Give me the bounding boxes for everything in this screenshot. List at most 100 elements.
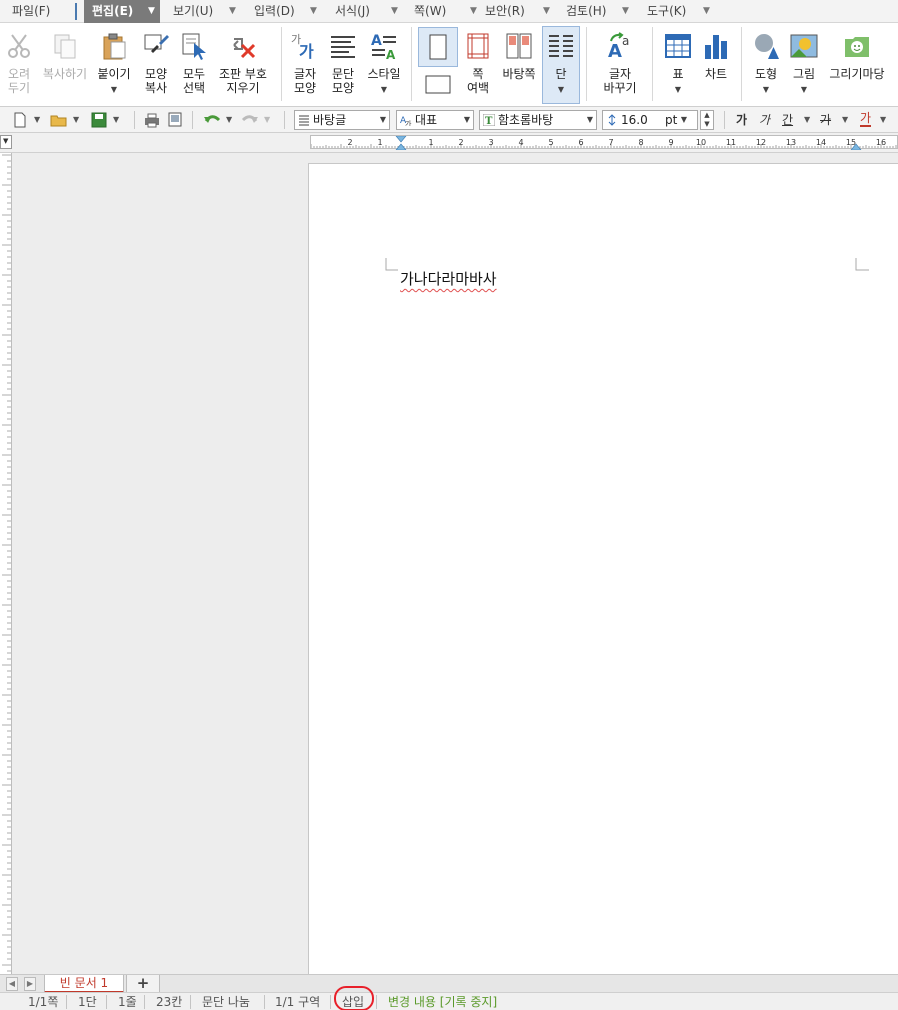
font-size-icon bbox=[608, 114, 616, 126]
drawing-gallery-button[interactable]: 그리기마당 bbox=[824, 27, 890, 103]
page-corner-marks bbox=[385, 258, 869, 271]
status-page[interactable]: 1/1쪽 bbox=[28, 993, 58, 1010]
font-color-button[interactable]: 가 bbox=[860, 111, 872, 127]
italic-button[interactable]: 가 bbox=[759, 111, 770, 129]
status-track-changes[interactable]: 변경 내용 [기록 중지] bbox=[388, 993, 497, 1010]
chevron-down-icon: ▼ bbox=[762, 85, 770, 94]
svg-text:A: A bbox=[608, 41, 622, 61]
print-icon[interactable] bbox=[143, 111, 161, 129]
chart-button[interactable]: 차트 bbox=[698, 27, 734, 103]
vertical-ruler[interactable] bbox=[0, 153, 12, 975]
ruler-ticks: 2 1 1 2 3 4 5 6 7 8 9 10 11 12 13 14 15 16 bbox=[311, 136, 897, 150]
menu-format[interactable]: 서식(J) ▼ bbox=[327, 0, 403, 23]
svg-text:T: T bbox=[485, 116, 493, 126]
font-size-spinner[interactable]: ▲ ▼ bbox=[700, 110, 714, 130]
menu-tools[interactable]: 도구(K) ▼ bbox=[639, 0, 715, 23]
menu-file[interactable]: 파일(F) bbox=[0, 0, 72, 23]
menu-edit[interactable]: 편집(E) ▼ bbox=[84, 0, 160, 23]
table-button[interactable]: 표 ▼ bbox=[660, 27, 696, 103]
chevron-down-icon: ▼ bbox=[470, 6, 477, 16]
copy-button[interactable]: 복사하기 bbox=[38, 27, 92, 103]
toolbar-separator bbox=[284, 111, 285, 129]
font-select[interactable]: T 함초롬바탕 ▼ bbox=[479, 110, 597, 130]
ruler-label: 13 bbox=[786, 138, 796, 147]
char-shape-icon: 가가 bbox=[291, 33, 314, 61]
picture-button[interactable]: 그림 ▼ bbox=[786, 27, 822, 103]
tab-document-1[interactable]: 빈 문서 1 bbox=[44, 975, 124, 993]
chevron-down-icon[interactable]: ▼ bbox=[226, 111, 232, 129]
style-select[interactable]: 바탕글 ▼ bbox=[294, 110, 390, 130]
menu-view[interactable]: 보기(U) ▼ bbox=[165, 0, 241, 23]
truetype-font-icon: T bbox=[483, 114, 495, 126]
paste-button[interactable]: 붙이기 ▼ bbox=[94, 27, 134, 103]
master-page-button[interactable]: 바탕쪽 bbox=[498, 27, 540, 103]
chevron-down-icon[interactable]: ▼ bbox=[73, 111, 79, 129]
menu-security[interactable]: 보안(R) ▼ bbox=[477, 0, 553, 23]
column-button[interactable]: 단 ▼ bbox=[542, 26, 580, 104]
select-all-button[interactable]: 모두 선택 bbox=[176, 27, 212, 103]
print-preview-icon[interactable] bbox=[166, 111, 184, 129]
bold-button[interactable]: 가 bbox=[736, 111, 747, 129]
chevron-down-icon[interactable]: ▼ bbox=[842, 111, 848, 129]
chevron-down-icon[interactable]: ▼ bbox=[264, 111, 270, 129]
chevron-down-icon: ▼ bbox=[391, 6, 398, 16]
ruler-label: 1 bbox=[428, 138, 433, 147]
open-folder-icon[interactable] bbox=[50, 111, 68, 129]
underline-button[interactable]: 간 bbox=[782, 111, 793, 129]
svg-text:A: A bbox=[371, 33, 382, 49]
chevron-down-icon[interactable]: ▼ bbox=[880, 111, 886, 129]
style-button[interactable]: AA 스타일 ▼ bbox=[364, 27, 404, 103]
status-separator bbox=[264, 995, 265, 1009]
ribbon-separator bbox=[652, 27, 653, 101]
new-document-icon[interactable] bbox=[12, 111, 28, 129]
chevron-down-icon[interactable]: ▼ bbox=[34, 111, 40, 129]
ruler-label: 5 bbox=[548, 138, 553, 147]
status-separator bbox=[106, 995, 107, 1009]
ruler-label: 16 bbox=[876, 138, 886, 147]
ruler-corner-button[interactable]: ▼ bbox=[0, 135, 12, 149]
indent-marker-icon[interactable] bbox=[395, 136, 407, 150]
chevron-down-icon: ▼ bbox=[800, 85, 808, 94]
horizontal-ruler[interactable]: 2 1 1 2 3 4 5 6 7 8 9 10 11 12 13 14 15 16 bbox=[310, 135, 898, 150]
clipboard-icon bbox=[103, 33, 126, 60]
page-margin-button[interactable]: 쪽 여백 bbox=[460, 27, 496, 103]
toolbar-separator bbox=[134, 111, 135, 129]
strikethrough-button[interactable]: 가 bbox=[820, 111, 831, 129]
replace-text-button[interactable]: Aa 글자 바꾸기 bbox=[596, 27, 644, 103]
cut-button[interactable]: 오려 두기 bbox=[2, 27, 36, 103]
status-separator bbox=[376, 995, 377, 1009]
menu-review[interactable]: 검토(H) ▼ bbox=[558, 0, 634, 23]
chevron-down-icon[interactable]: ▼ bbox=[113, 111, 119, 129]
document-page[interactable] bbox=[308, 163, 898, 974]
save-icon[interactable] bbox=[90, 111, 108, 129]
scissors-icon bbox=[8, 34, 30, 58]
portrait-page-button[interactable] bbox=[418, 27, 458, 67]
tab-scroll-right-button[interactable]: ▶ bbox=[24, 977, 36, 991]
status-separator bbox=[330, 995, 331, 1009]
delete-marks-button[interactable]: 조판 부호 지우기 bbox=[214, 27, 272, 103]
add-tab-button[interactable]: + bbox=[126, 975, 160, 993]
font-size-select[interactable]: 16.0 pt ▼ bbox=[602, 110, 698, 130]
menu-divider bbox=[75, 3, 77, 20]
redo-icon[interactable] bbox=[240, 111, 260, 129]
para-shape-button[interactable]: 문단 모양 bbox=[324, 27, 362, 103]
document-body-text[interactable]: 가나다라마바사 bbox=[400, 268, 497, 289]
undo-icon[interactable] bbox=[202, 111, 222, 129]
format-copy-button[interactable]: 모양 복사 bbox=[138, 27, 174, 103]
menu-insert[interactable]: 입력(D) ▼ bbox=[246, 0, 322, 23]
chevron-down-icon: ▼ bbox=[3, 137, 9, 145]
language-select[interactable]: A가 대표 ▼ bbox=[396, 110, 474, 130]
drawing-gallery-icon bbox=[845, 37, 869, 57]
chevron-down-icon: ▼ bbox=[543, 6, 550, 16]
tab-scroll-left-button[interactable]: ◀ bbox=[6, 977, 18, 991]
para-shape-icon bbox=[331, 36, 355, 58]
shape-button[interactable]: 도형 ▼ bbox=[748, 27, 784, 103]
master-page-icon bbox=[506, 33, 532, 59]
copy-icon bbox=[54, 34, 76, 59]
chevron-down-icon: ▼ bbox=[674, 85, 682, 94]
status-line: 1줄 bbox=[118, 995, 137, 1009]
char-shape-button[interactable]: 가가 글자 모양 bbox=[288, 27, 322, 103]
menu-page[interactable]: 쪽(W) ▼ bbox=[406, 0, 482, 23]
chevron-down-icon[interactable]: ▼ bbox=[804, 111, 810, 129]
landscape-page-button[interactable] bbox=[418, 67, 458, 103]
